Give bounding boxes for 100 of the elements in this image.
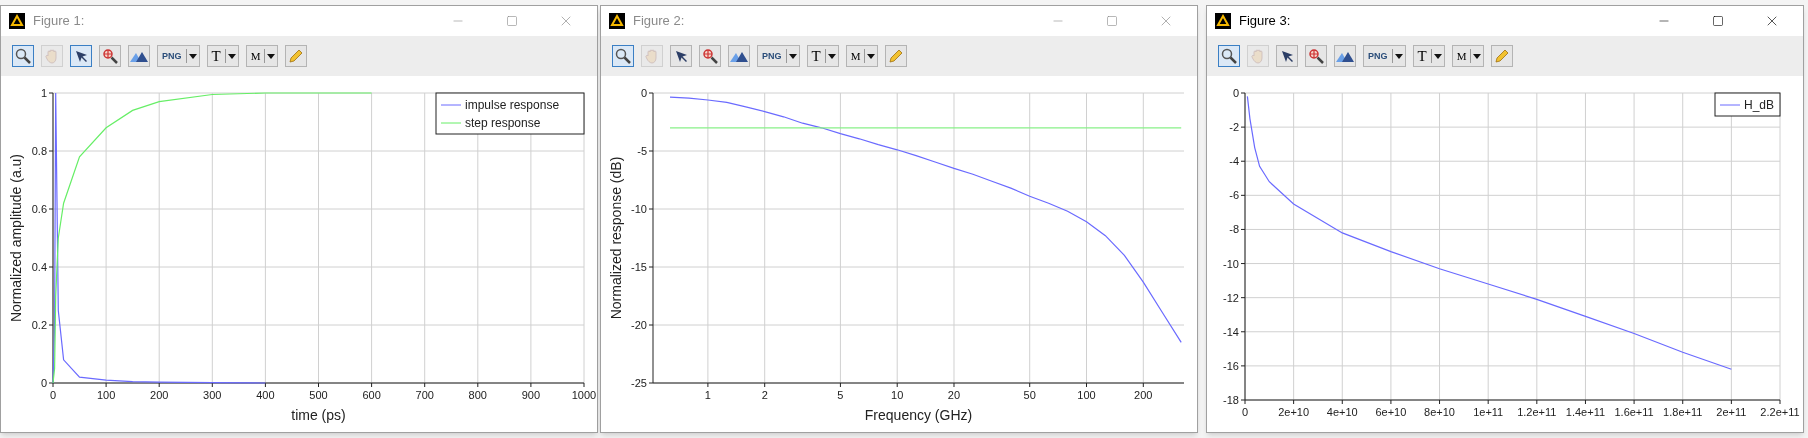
y-tick-label: -10	[631, 203, 647, 215]
x-tick-label: 200	[150, 389, 169, 401]
select-tool-button[interactable]	[670, 45, 692, 67]
marker-dropdown-button[interactable]: M	[245, 45, 279, 67]
export-dropdown-button[interactable]: PNG	[157, 45, 200, 67]
crosshair-magnifier-icon	[702, 48, 718, 64]
window-title: Figure 3:	[1239, 12, 1291, 31]
y-tick-label: -18	[1223, 394, 1239, 406]
pencil-tool-button[interactable]	[885, 45, 908, 67]
arrow-pointer-icon	[674, 49, 688, 63]
zoom-tool-button[interactable]	[612, 45, 634, 67]
caret-icon	[1433, 53, 1442, 59]
magnifier-icon	[15, 48, 31, 64]
window-title: Figure 2:	[633, 12, 685, 31]
text-dropdown-button[interactable]: T	[206, 45, 239, 67]
select-tool-button[interactable]	[70, 45, 92, 67]
magnifier-icon	[615, 48, 631, 64]
maximize-icon	[1106, 15, 1118, 27]
y-tick-label: -20	[631, 319, 647, 331]
caret-icon	[1394, 53, 1403, 59]
y-tick-label: 0	[40, 377, 47, 389]
zoom-tool-button[interactable]	[12, 45, 34, 67]
y-axis-title: Normalized response (dB)	[608, 156, 624, 320]
y-tick-label: 0.6	[31, 203, 47, 215]
mountains-tool-button[interactable]	[1334, 45, 1356, 67]
x-tick-label: 2e+10	[1278, 406, 1310, 418]
export-dropdown-button[interactable]: PNG	[1363, 45, 1406, 67]
caret-icon	[1473, 53, 1482, 59]
x-tick-label: 20	[947, 389, 961, 401]
maximize-icon	[506, 15, 518, 27]
hand-icon	[45, 48, 59, 64]
app-logo-icon	[9, 13, 25, 29]
caret-icon	[788, 53, 797, 59]
y-tick-label: 0.4	[31, 261, 47, 273]
zoom-tool-button[interactable]	[1218, 45, 1240, 67]
x-tick-label: 1.6e+11	[1614, 406, 1654, 418]
x-tick-label: 600	[362, 389, 381, 401]
y-tick-label: 0	[1232, 87, 1239, 99]
arrow-pointer-icon	[74, 49, 88, 63]
y-tick-label: 0.8	[31, 145, 47, 157]
x-tick-label: 1e+11	[1473, 406, 1504, 418]
x-tick-label: 2.2e+11	[1760, 406, 1800, 418]
pencil-tool-button[interactable]	[285, 45, 308, 67]
pencil-icon	[288, 48, 305, 64]
export-dropdown-button[interactable]: PNG	[757, 45, 800, 67]
x-axis-title: Frequency (GHz)	[864, 407, 973, 423]
select-tool-button[interactable]	[1276, 45, 1298, 67]
x-tick-label: 700	[415, 389, 434, 401]
x-tick-label: 2e+11	[1716, 406, 1747, 418]
y-tick-label: -25	[631, 377, 647, 389]
zoom-region-tool-button[interactable]	[699, 45, 721, 67]
legend-label: H_dB	[1744, 98, 1775, 112]
caret-icon	[227, 53, 236, 59]
hand-icon	[645, 48, 659, 64]
legend-label: step response	[465, 116, 541, 130]
maximize-icon	[1712, 15, 1724, 27]
marker-dropdown-button[interactable]: M	[1451, 45, 1485, 67]
x-tick-label: 800	[468, 389, 487, 401]
pencil-tool-button[interactable]	[1491, 45, 1514, 67]
hand-icon	[1251, 48, 1265, 64]
app-logo-icon	[609, 13, 625, 29]
x-tick-label: 1	[704, 389, 711, 401]
caret-icon	[827, 53, 836, 59]
x-tick-label: 4e+10	[1326, 406, 1358, 418]
arrow-pointer-icon	[1280, 49, 1294, 63]
x-tick-label: 400	[256, 389, 275, 401]
zoom-region-tool-button[interactable]	[99, 45, 121, 67]
x-axis-title: time (ps)	[291, 407, 346, 423]
legend: H_dB	[1714, 92, 1781, 117]
marker-dropdown-button[interactable]: M	[845, 45, 879, 67]
pencil-icon	[1494, 48, 1511, 64]
legend-label: impulse response	[465, 98, 560, 112]
x-tick-label: 10	[891, 389, 904, 401]
magnifier-icon	[1221, 48, 1237, 64]
y-tick-label: 0.2	[31, 319, 47, 331]
y-tick-label: 0	[640, 87, 647, 99]
y-tick-label: -15	[631, 261, 647, 273]
x-tick-label: 100	[96, 389, 116, 401]
text-dropdown-button[interactable]: T	[806, 45, 839, 67]
y-tick-label: -5	[637, 145, 647, 157]
mountains-tool-button[interactable]	[128, 45, 150, 67]
app-logo-icon	[1215, 13, 1231, 29]
x-tick-label: 5	[837, 389, 844, 401]
x-tick-label: 1.4e+11	[1565, 406, 1606, 418]
zoom-region-tool-button[interactable]	[1305, 45, 1327, 67]
y-tick-label: -14	[1223, 325, 1239, 338]
x-tick-label: 100	[1077, 389, 1096, 401]
crosshair-magnifier-icon	[102, 48, 118, 64]
x-tick-label: 200	[1134, 389, 1153, 401]
x-tick-label: 8e+10	[1424, 406, 1455, 418]
caret-icon	[867, 53, 876, 59]
x-tick-label: 1.2e+11	[1517, 406, 1557, 418]
text-dropdown-button[interactable]: T	[1412, 45, 1445, 67]
x-tick-label: 900	[521, 389, 541, 401]
caret-icon	[188, 53, 197, 59]
mountains-tool-button[interactable]	[728, 45, 750, 67]
pencil-icon	[888, 48, 905, 64]
y-tick-label: -2	[1229, 121, 1239, 134]
y-axis-title: Normalized amplitude (a.u)	[8, 153, 24, 323]
x-tick-label: 2	[761, 389, 768, 401]
